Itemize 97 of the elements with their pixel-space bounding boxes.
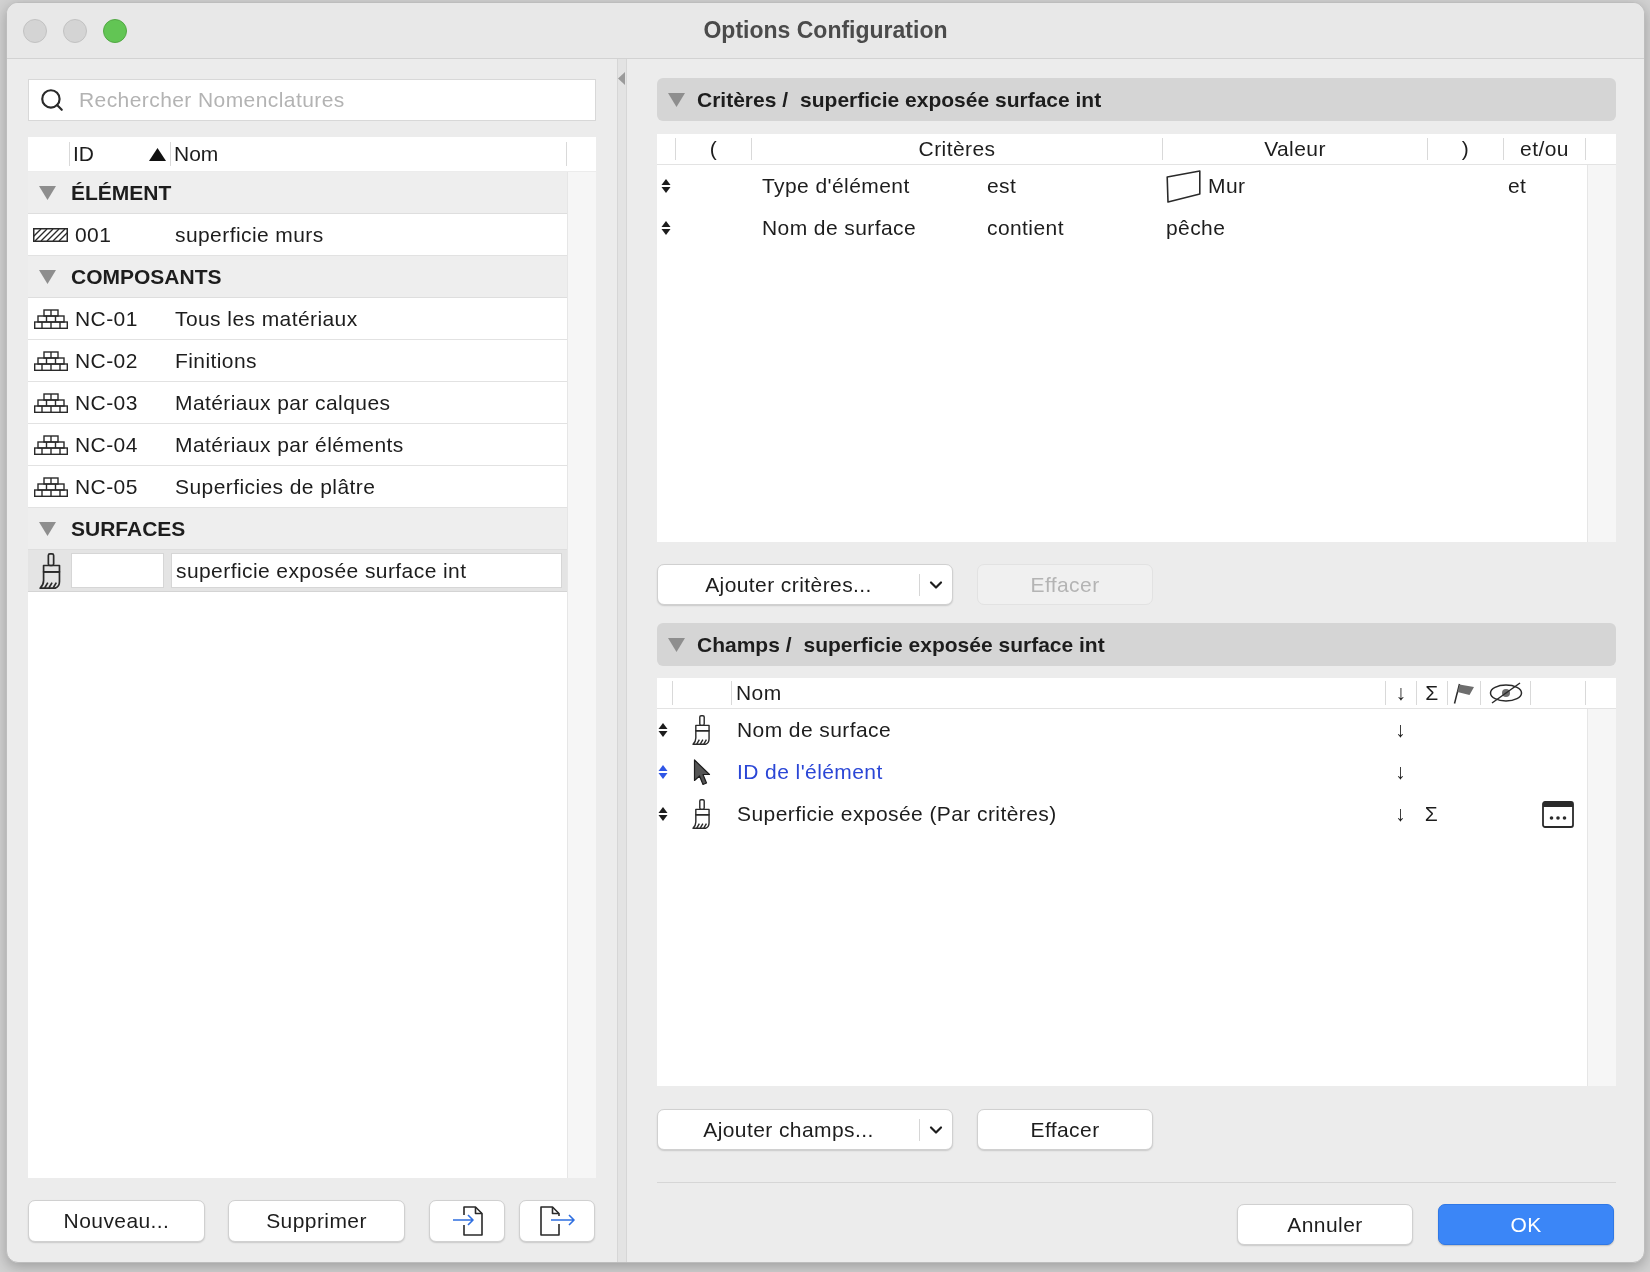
section-title: Critères /: [697, 86, 789, 113]
column-header[interactable]: Nom: [170, 142, 566, 166]
paintbrush-icon: [38, 552, 63, 589]
section-subject: superficie exposée surface int: [800, 86, 1102, 113]
field-name: ID de l'élément: [737, 760, 883, 784]
column-header[interactable]: Σ: [1416, 681, 1447, 705]
pointer-icon: [692, 758, 711, 786]
item-name: Matériaux par éléments: [175, 431, 404, 458]
eye-slash-icon[interactable]: [1488, 682, 1523, 704]
group-header[interactable]: COMPOSANTS: [28, 256, 567, 298]
disclosure-triangle-icon[interactable]: [668, 92, 685, 107]
bricks-icon: [33, 476, 68, 497]
scrollbar-track[interactable]: [567, 172, 596, 1178]
bricks-icon: [33, 350, 68, 371]
table-cell: Type d'élément: [762, 174, 910, 198]
group-label: ÉLÉMENT: [71, 179, 172, 206]
group-header[interactable]: SURFACES: [28, 508, 567, 550]
field-name: Nom de surface: [737, 718, 892, 742]
flag-icon[interactable]: [1453, 682, 1475, 704]
search-field[interactable]: Rechercher Nomenclatures: [28, 79, 596, 121]
sort-arrow: ↓: [1395, 801, 1406, 828]
close-icon[interactable]: [23, 18, 47, 43]
bricks-icon: [33, 434, 68, 455]
bricks-icon: [33, 392, 68, 413]
collapse-handle-icon[interactable]: [618, 72, 625, 85]
item-name: Matériaux par calques: [175, 389, 391, 416]
item-name: Finitions: [175, 347, 257, 374]
column-header[interactable]: Critères: [751, 138, 1162, 160]
column-header[interactable]: ): [1427, 138, 1503, 160]
item-id: NC-03: [75, 390, 138, 414]
add-fields-button[interactable]: Ajouter champs...: [657, 1109, 953, 1150]
reorder-handle-icon[interactable]: [658, 764, 668, 780]
item-name: Superficies de plâtre: [175, 473, 376, 500]
disclosure-triangle-icon[interactable]: [39, 185, 56, 200]
table-cell-text: Mur: [1208, 173, 1246, 200]
column-header[interactable]: et/ou: [1503, 138, 1585, 160]
id-input-field[interactable]: [71, 553, 164, 588]
wall-outline-icon: [1166, 169, 1201, 203]
column-header[interactable]: Valeur: [1162, 138, 1427, 160]
clear-button[interactable]: Effacer: [977, 1109, 1153, 1150]
column-header[interactable]: ID: [69, 142, 170, 166]
section-subject: superficie exposée surface int: [803, 631, 1105, 658]
column-header[interactable]: ↓: [1385, 681, 1416, 705]
reorder-handle-icon[interactable]: [661, 220, 671, 236]
import-button[interactable]: [429, 1200, 505, 1242]
section-header[interactable]: Critères / superficie exposée surface int: [657, 78, 1616, 121]
item-id: 001: [75, 222, 112, 246]
item-id: NC-02: [75, 348, 138, 372]
scrollbar-track[interactable]: [1587, 709, 1616, 1086]
name-input-field[interactable]: superficie exposée surface int: [171, 553, 562, 588]
ok-button[interactable]: OK: [1438, 1204, 1614, 1245]
section-header[interactable]: Champs / superficie exposée surface int: [657, 623, 1616, 666]
item-name: superficie murs: [175, 221, 324, 248]
delete-button[interactable]: Supprimer: [228, 1200, 405, 1242]
search-icon: [39, 87, 65, 113]
item-id: NC-04: [75, 432, 138, 456]
table-cell: Nom de surface: [762, 216, 917, 240]
paintbrush-icon: [691, 715, 712, 745]
document-arrow-in-icon: [451, 1206, 483, 1236]
options-window-icon[interactable]: [1541, 800, 1574, 828]
sort-arrow: ↓: [1395, 759, 1406, 786]
table-cell: et: [1508, 174, 1527, 198]
minimize-icon[interactable]: [63, 18, 87, 43]
scrollbar-track[interactable]: [1587, 165, 1616, 542]
bricks-icon: [33, 308, 68, 329]
column-header[interactable]: Nom: [731, 681, 1385, 705]
column-header[interactable]: (: [675, 138, 751, 160]
paintbrush-icon: [691, 799, 712, 829]
reorder-handle-icon[interactable]: [658, 806, 668, 822]
cancel-button[interactable]: Annuler: [1237, 1204, 1413, 1245]
item-id: NC-05: [75, 474, 138, 498]
group-label: COMPOSANTS: [71, 263, 222, 290]
reorder-handle-icon[interactable]: [661, 178, 671, 194]
group-header[interactable]: ÉLÉMENT: [28, 172, 567, 214]
sum-symbol: Σ: [1424, 801, 1439, 828]
hatch-pattern-icon: [33, 227, 68, 242]
disclosure-triangle-icon[interactable]: [668, 637, 685, 652]
table-cell: contient: [987, 216, 1064, 240]
zoom-icon[interactable]: [103, 18, 127, 43]
item-name: Tous les matériaux: [175, 305, 358, 332]
group-label: SURFACES: [71, 515, 186, 542]
export-button[interactable]: [519, 1200, 595, 1242]
field-name: Superficie exposée (Par critères): [737, 802, 1057, 826]
new-button[interactable]: Nouveau...: [28, 1200, 205, 1242]
window-title: Options Configuration: [703, 16, 948, 46]
add-criteria-button[interactable]: Ajouter critères...: [657, 564, 953, 605]
table-cell: est: [987, 174, 1017, 198]
reorder-handle-icon[interactable]: [658, 722, 668, 738]
table-cell-text: pêche: [1166, 215, 1226, 242]
disclosure-triangle-icon[interactable]: [39, 269, 56, 284]
item-id: NC-01: [75, 306, 138, 330]
document-arrow-out-icon: [539, 1206, 575, 1236]
list-row[interactable]: superficie exposée surface int: [28, 550, 567, 592]
section-title: Champs /: [697, 631, 792, 658]
sort-ascending-icon: [149, 147, 166, 161]
sort-arrow: ↓: [1395, 717, 1406, 744]
disclosure-triangle-icon[interactable]: [39, 521, 56, 536]
